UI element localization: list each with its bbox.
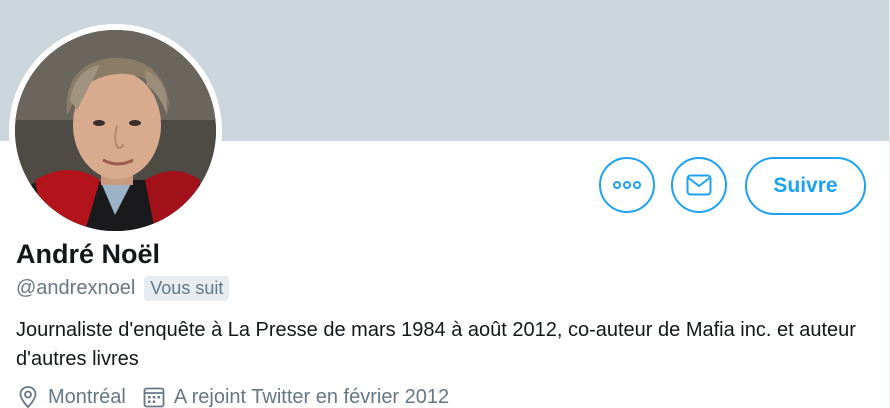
profile-joined-date: A rejoint Twitter en février 2012 <box>173 385 450 408</box>
profile-page: Suivre André Noël @andrexnoel Vous suit … <box>0 0 890 408</box>
handle-row: @andrexnoel Vous suit <box>16 274 230 302</box>
message-button[interactable] <box>671 157 727 213</box>
avatar-photo <box>15 30 216 231</box>
display-name: André Noël <box>16 239 161 269</box>
profile-location: Montréal <box>48 385 126 408</box>
profile-meta: Montréal A rejoint Twitter en février 20… <box>16 385 449 408</box>
more-options-button[interactable] <box>599 157 655 213</box>
follow-button[interactable]: Suivre <box>745 157 866 215</box>
location-pin-icon <box>16 385 40 408</box>
envelope-icon <box>686 174 712 196</box>
more-dots-icon <box>613 181 641 189</box>
calendar-icon <box>142 385 166 408</box>
follows-you-badge: Vous suit <box>144 275 230 301</box>
avatar[interactable] <box>15 30 216 231</box>
user-handle: @andrexnoel <box>16 276 136 299</box>
profile-bio: Journaliste d'enquête à La Presse de mar… <box>16 319 856 370</box>
